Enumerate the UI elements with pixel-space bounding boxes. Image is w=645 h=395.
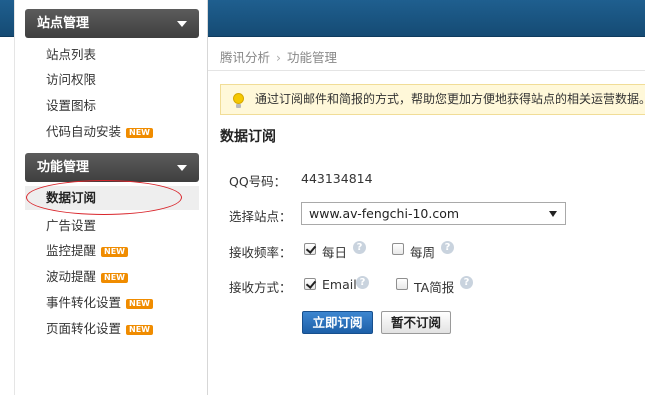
sidebar-item-label: 设置图标 — [46, 98, 97, 113]
sidebar-item-access-permission[interactable]: 访问权限 — [25, 68, 199, 92]
sidebar-group-site-management[interactable]: 站点管理 — [25, 9, 199, 38]
frequency-label: 接收频率： — [229, 245, 292, 260]
sidebar: 站点管理 站点列表 访问权限 设置图标 代码自动安装 NEW 功能管理 数据订阅 … — [14, 0, 208, 395]
dropdown-arrow-icon — [549, 211, 557, 217]
daily-option-label: 每日 — [322, 245, 348, 260]
qq-number-value: 443134814 — [301, 171, 373, 186]
lightbulb-icon — [233, 93, 244, 108]
new-badge: NEW — [101, 273, 128, 283]
weekly-option-label: 每周 — [410, 245, 436, 260]
new-badge: NEW — [126, 325, 153, 335]
sidebar-item-fluctuation-alerts[interactable]: 波动提醒 NEW — [25, 265, 199, 289]
not-now-button[interactable]: 暂不订阅 — [381, 311, 451, 334]
chevron-down-icon — [177, 165, 187, 171]
daily-checkbox[interactable] — [304, 243, 316, 255]
help-icon[interactable]: ? — [460, 276, 473, 289]
email-option-label: Email — [322, 277, 357, 292]
sidebar-item-site-list[interactable]: 站点列表 — [25, 43, 199, 67]
sidebar-item-label: 监控提醒 — [46, 243, 97, 258]
sidebar-item-label: 广告设置 — [46, 218, 97, 233]
sidebar-item-event-conversion[interactable]: 事件转化设置 NEW — [25, 291, 199, 315]
help-icon[interactable]: ? — [441, 241, 454, 254]
info-notice: 通过订阅邮件和简报的方式，帮助您更加方便地获得站点的相关运营数据。 — [220, 84, 645, 115]
sidebar-item-label: 访问权限 — [46, 72, 97, 87]
sidebar-item-label: 页面转化设置 — [46, 321, 122, 336]
sidebar-item-data-subscription[interactable]: 数据订阅 — [25, 186, 199, 210]
sidebar-item-set-icon[interactable]: 设置图标 — [25, 94, 199, 118]
sidebar-group-feature-management[interactable]: 功能管理 — [25, 153, 199, 182]
ta-report-checkbox[interactable] — [396, 278, 408, 290]
help-icon[interactable]: ? — [353, 241, 366, 254]
method-label: 接收方式： — [229, 280, 292, 295]
subscribe-now-button[interactable]: 立即订阅 — [302, 311, 373, 334]
sidebar-item-label: 波动提醒 — [46, 269, 97, 284]
new-badge: NEW — [126, 128, 153, 138]
breadcrumb-current: 功能管理 — [287, 50, 338, 65]
sidebar-group-title: 站点管理 — [37, 16, 90, 31]
site-select-label: 选择站点： — [229, 209, 292, 224]
help-icon[interactable]: ? — [356, 276, 369, 289]
weekly-checkbox[interactable] — [392, 243, 404, 255]
sidebar-item-label: 数据订阅 — [46, 190, 97, 205]
sidebar-item-auto-install-code[interactable]: 代码自动安装 NEW — [25, 120, 199, 144]
qq-number-label: QQ号码： — [229, 174, 287, 189]
chevron-down-icon — [177, 21, 187, 27]
breadcrumb-separator: › — [276, 50, 282, 65]
new-badge: NEW — [126, 299, 153, 309]
sidebar-item-monitor-alerts[interactable]: 监控提醒 NEW — [25, 239, 199, 263]
page-title: 数据订阅 — [220, 129, 276, 145]
breadcrumb-divider — [208, 70, 645, 71]
notice-text: 通过订阅邮件和简报的方式，帮助您更加方便地获得站点的相关运营数据。 — [255, 92, 645, 106]
sidebar-item-ad-settings[interactable]: 广告设置 — [25, 214, 199, 238]
sidebar-group-title: 功能管理 — [37, 160, 90, 175]
sidebar-item-page-conversion[interactable]: 页面转化设置 NEW — [25, 317, 199, 341]
email-checkbox[interactable] — [304, 278, 316, 290]
sidebar-item-label: 代码自动安装 — [46, 124, 122, 139]
site-select[interactable]: www.av-fengchi-10.com — [301, 202, 566, 225]
breadcrumb: 腾讯分析 › 功能管理 — [220, 47, 337, 66]
sidebar-item-label: 事件转化设置 — [46, 295, 122, 310]
breadcrumb-root-link[interactable]: 腾讯分析 — [220, 50, 270, 65]
ta-report-option-label: TA简报 — [414, 280, 455, 295]
new-badge: NEW — [101, 247, 128, 257]
sidebar-item-label: 站点列表 — [46, 47, 97, 62]
site-select-value: www.av-fengchi-10.com — [309, 206, 460, 221]
